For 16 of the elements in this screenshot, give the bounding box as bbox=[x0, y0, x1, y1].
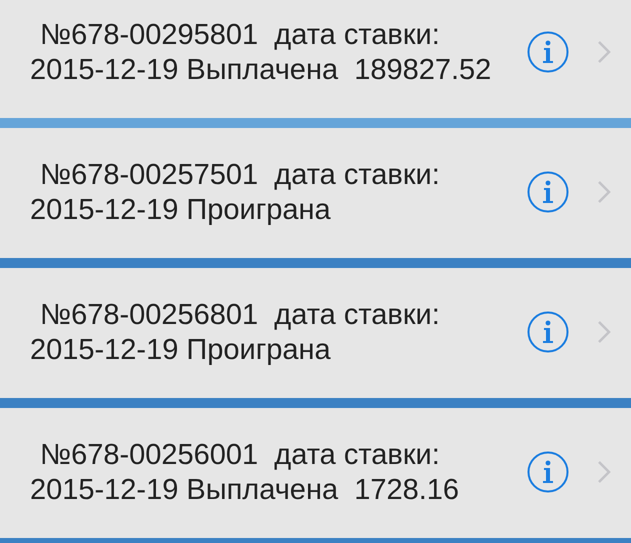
chevron-icon bbox=[597, 460, 611, 484]
bet-number-text: №678-00257501 дата ставки: bbox=[39, 158, 440, 193]
bet-status-text: 2015-12-19 Выплачена 189827.52 bbox=[29, 53, 492, 88]
bet-number-text: №678-00295801 дата ставки: bbox=[39, 18, 440, 53]
bet-status-text: 2015-12-19 Проиграна bbox=[29, 193, 331, 228]
chevron-icon bbox=[597, 320, 611, 344]
bet-number-text: №678-00256001 дата ставки: bbox=[39, 438, 440, 473]
bet-number-text: №678-00256801 дата ставки: bbox=[39, 298, 440, 333]
bet-status-text: 2015-12-19 Проиграна bbox=[29, 333, 331, 368]
bet-status-text: 2015-12-19 Выплачена 1728.16 bbox=[29, 473, 460, 508]
info-icon[interactable] bbox=[527, 450, 569, 492]
chevron-icon bbox=[597, 40, 611, 64]
info-icon[interactable] bbox=[527, 310, 569, 352]
chevron-icon bbox=[597, 180, 611, 204]
info-icon[interactable] bbox=[527, 170, 569, 212]
info-icon[interactable] bbox=[527, 30, 569, 72]
